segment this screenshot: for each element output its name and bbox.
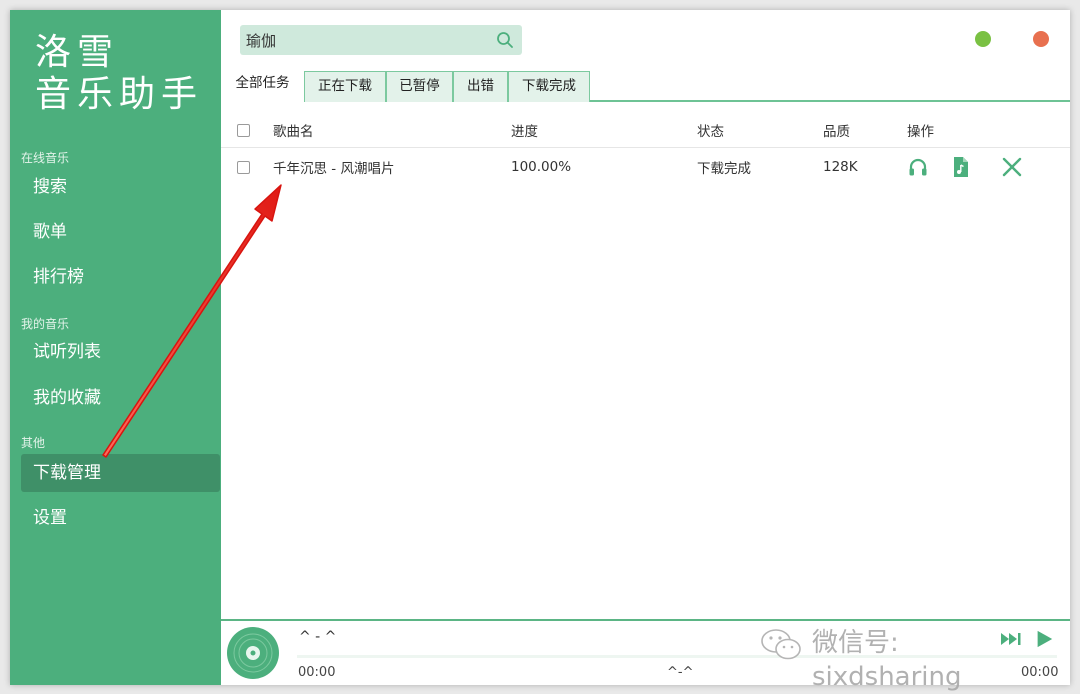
column-status: 状态 xyxy=(697,124,724,140)
sidebar-item-charts[interactable]: 排行榜 xyxy=(21,258,220,296)
sidebar-item-playlists[interactable]: 歌单 xyxy=(21,213,220,251)
close-window-button[interactable] xyxy=(1033,31,1049,47)
app-window: 洛雪 音乐助手 在线音乐 搜索 歌单 排行榜 我的音乐 试听列表 我的收藏 其他… xyxy=(10,10,1070,685)
row-checkbox[interactable] xyxy=(237,160,250,174)
sidebar-item-listen-list[interactable]: 试听列表 xyxy=(21,333,220,371)
tab-completed[interactable]: 下载完成 xyxy=(508,71,590,102)
close-icon[interactable] xyxy=(1001,156,1023,178)
sidebar-item-download-manager[interactable]: 下载管理 xyxy=(21,454,220,492)
tab-all-tasks[interactable]: 全部任务 xyxy=(221,69,304,102)
music-file-icon[interactable] xyxy=(951,156,971,178)
minimize-button[interactable] xyxy=(975,31,991,47)
column-progress: 进度 xyxy=(511,124,538,140)
play-icon[interactable] xyxy=(1033,629,1055,649)
tab-error[interactable]: 出错 xyxy=(453,71,508,102)
player-track-title: ^ - ^ xyxy=(299,629,337,645)
player-center-label: ^-^ xyxy=(667,665,694,680)
table-row[interactable]: 千年沉思 - 风潮唱片 100.00% 下载完成 128K xyxy=(221,148,1070,186)
player-total-time: 00:00 xyxy=(1021,665,1059,680)
download-tabs: 全部任务 正在下载 已暂停 出错 下载完成 xyxy=(221,69,1070,102)
search-icon[interactable] xyxy=(496,31,514,49)
section-label-online-music: 在线音乐 xyxy=(21,151,70,165)
search-input[interactable] xyxy=(246,25,486,55)
column-quality: 品质 xyxy=(823,124,850,140)
headphones-icon[interactable] xyxy=(907,156,929,178)
sidebar-item-settings[interactable]: 设置 xyxy=(21,499,220,537)
sidebar: 洛雪 音乐助手 在线音乐 搜索 歌单 排行榜 我的音乐 试听列表 我的收藏 其他… xyxy=(10,10,221,685)
section-label-my-music: 我的音乐 xyxy=(21,317,70,331)
player-bar: ^ - ^ 00:00 ^-^ 00:00 xyxy=(221,619,1070,685)
row-song-name: 千年沉思 - 风潮唱片 xyxy=(273,161,395,177)
app-logo: 洛雪 音乐助手 xyxy=(35,32,203,116)
album-disc-icon[interactable] xyxy=(226,626,280,680)
section-label-other: 其他 xyxy=(21,436,46,450)
search-box[interactable] xyxy=(240,25,522,55)
select-all-checkbox[interactable] xyxy=(237,123,250,137)
sidebar-item-favorites[interactable]: 我的收藏 xyxy=(21,379,220,417)
tab-downloading[interactable]: 正在下载 xyxy=(304,71,386,102)
row-status: 下载完成 xyxy=(697,161,751,177)
row-quality: 128K xyxy=(823,159,858,175)
row-progress: 100.00% xyxy=(511,159,572,175)
column-song-name: 歌曲名 xyxy=(273,124,314,140)
top-bar xyxy=(221,10,1070,70)
next-track-icon[interactable] xyxy=(999,629,1025,649)
logo-line-1: 洛雪 xyxy=(35,32,120,73)
player-progress-bar[interactable] xyxy=(297,655,1057,658)
table-header: 歌曲名 进度 状态 品质 操作 xyxy=(221,113,1070,148)
tab-paused[interactable]: 已暂停 xyxy=(386,71,453,102)
sidebar-item-search[interactable]: 搜索 xyxy=(21,168,220,206)
column-actions: 操作 xyxy=(907,124,934,140)
logo-line-2: 音乐助手 xyxy=(35,74,204,115)
player-current-time: 00:00 xyxy=(298,665,336,680)
